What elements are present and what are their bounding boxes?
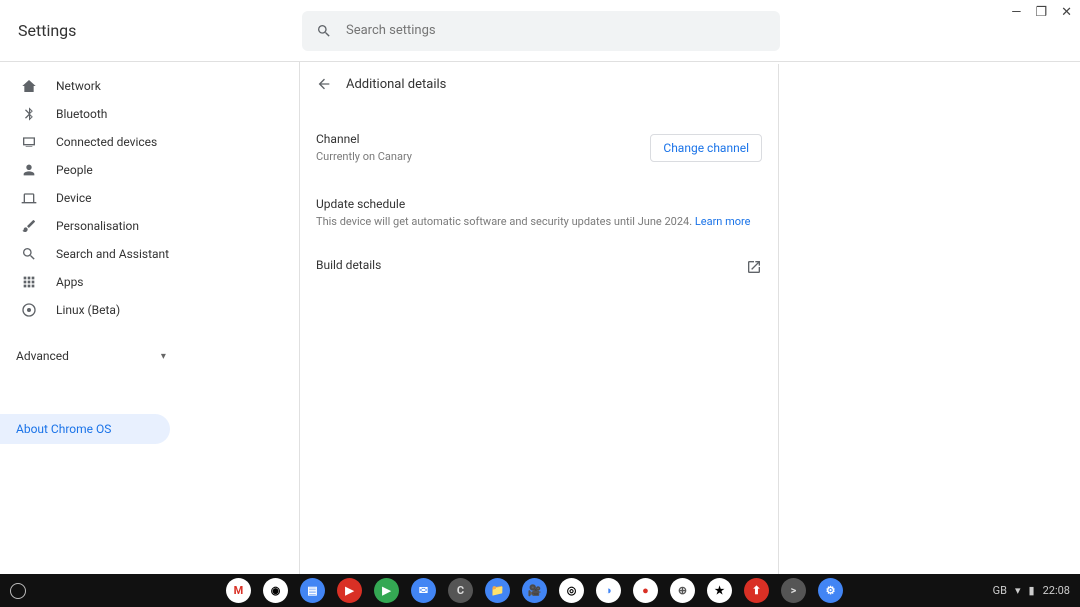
- close-button[interactable]: ✕: [1061, 5, 1072, 20]
- tray-dropdown-icon[interactable]: ▾: [1015, 584, 1021, 597]
- sidebar-item-brush[interactable]: Personalisation: [0, 212, 299, 240]
- taskbar-app-youtube[interactable]: ▶: [337, 578, 362, 603]
- taskbar-app-shell[interactable]: >: [781, 578, 806, 603]
- main-content: Additional details Channel Currently on …: [300, 62, 1080, 574]
- update-schedule-title: Update schedule: [316, 197, 762, 211]
- sidebar-item-label: Linux (Beta): [56, 303, 120, 317]
- taskbar-app-files[interactable]: 📁: [485, 578, 510, 603]
- sidebar-item-label: People: [56, 163, 93, 177]
- taskbar-app-messages[interactable]: ✉: [411, 578, 436, 603]
- sidebar-item-bluetooth[interactable]: Bluetooth: [0, 100, 299, 128]
- system-tray[interactable]: GB ▾ ▮ 22:08: [993, 584, 1070, 597]
- devices-icon: [20, 133, 38, 151]
- sidebar-item-label: Search and Assistant: [56, 247, 169, 261]
- sidebar-advanced[interactable]: Advanced ▾: [0, 342, 299, 370]
- sidebar-item-search[interactable]: Search and Assistant: [0, 240, 299, 268]
- taskbar-app-settings[interactable]: ⚙: [818, 578, 843, 603]
- search-bar[interactable]: [302, 11, 780, 51]
- back-arrow-icon[interactable]: [316, 76, 332, 92]
- open-external-icon: [746, 259, 762, 275]
- sidebar-item-laptop[interactable]: Device: [0, 184, 299, 212]
- launcher-button[interactable]: [10, 583, 26, 599]
- taskbar-app-chrome[interactable]: ◉: [263, 578, 288, 603]
- page-header: Additional details: [316, 64, 762, 104]
- taskbar-app-app5[interactable]: ★: [707, 578, 732, 603]
- update-schedule-text: This device will get automatic software …: [316, 215, 762, 228]
- channel-section: Channel Currently on Canary Change chann…: [316, 124, 762, 171]
- sidebar-item-person[interactable]: People: [0, 156, 299, 184]
- tray-lang[interactable]: GB: [993, 584, 1007, 597]
- sidebar-item-label: Connected devices: [56, 135, 157, 149]
- taskbar-app-app6[interactable]: ⬆: [744, 578, 769, 603]
- person-icon: [20, 161, 38, 179]
- sidebar-item-apps[interactable]: Apps: [0, 268, 299, 296]
- sidebar-about-chrome-os[interactable]: About Chrome OS: [0, 414, 170, 444]
- taskbar-app-app4[interactable]: ⊕: [670, 578, 695, 603]
- taskbar-app-app2[interactable]: ◑: [596, 578, 621, 603]
- window-controls: — ❐ ✕: [1011, 5, 1072, 20]
- taskbar-app-app3[interactable]: ●: [633, 578, 658, 603]
- update-schedule-section: Update schedule This device will get aut…: [316, 189, 762, 236]
- learn-more-link[interactable]: Learn more: [695, 215, 751, 228]
- header: Settings: [0, 0, 1080, 62]
- app-title: Settings: [16, 21, 76, 40]
- build-details-row[interactable]: Build details: [316, 258, 762, 276]
- laptop-icon: [20, 189, 38, 207]
- apps-icon: [20, 273, 38, 291]
- sidebar: Network Bluetooth Connected devices People D…: [0, 62, 300, 574]
- taskbar-app-terminal[interactable]: C: [448, 578, 473, 603]
- bluetooth-icon: [20, 105, 38, 123]
- taskbar-app-gmail[interactable]: M: [226, 578, 251, 603]
- sidebar-item-label: Apps: [56, 275, 84, 289]
- taskbar-app-docs[interactable]: ▤: [300, 578, 325, 603]
- search-icon: [316, 23, 332, 39]
- sidebar-advanced-label: Advanced: [16, 349, 69, 363]
- sidebar-item-label: Network: [56, 79, 101, 93]
- build-details-label: Build details: [316, 258, 381, 272]
- linux-icon: [20, 301, 38, 319]
- sidebar-item-label: Personalisation: [56, 219, 139, 233]
- tray-battery-icon: ▮: [1029, 584, 1035, 597]
- sidebar-item-devices[interactable]: Connected devices: [0, 128, 299, 156]
- sidebar-item-label: Device: [56, 191, 92, 205]
- sidebar-item-label: Bluetooth: [56, 107, 107, 121]
- page-title: Additional details: [346, 77, 446, 92]
- channel-subtitle: Currently on Canary: [316, 150, 412, 163]
- maximize-button[interactable]: ❐: [1035, 5, 1047, 20]
- tray-time: 22:08: [1043, 584, 1070, 597]
- taskbar: M ◉ ▤ ▶ ▶ ✉ C 📁 🎥 ◎ ◑ ● ⊕ ★ ⬆ > ⚙ GB ▾ ▮ 22:08: [0, 574, 1080, 607]
- brush-icon: [20, 217, 38, 235]
- taskbar-app-play[interactable]: ▶: [374, 578, 399, 603]
- minimize-button[interactable]: —: [1011, 5, 1021, 20]
- taskbar-app-app1[interactable]: ◎: [559, 578, 584, 603]
- search-icon: [20, 245, 38, 263]
- sidebar-item-network[interactable]: Network: [0, 72, 299, 100]
- taskbar-app-zoom[interactable]: 🎥: [522, 578, 547, 603]
- sidebar-item-linux[interactable]: Linux (Beta): [0, 296, 299, 324]
- taskbar-apps: M ◉ ▤ ▶ ▶ ✉ C 📁 🎥 ◎ ◑ ● ⊕ ★ ⬆ > ⚙: [226, 578, 843, 603]
- search-input[interactable]: [346, 23, 766, 38]
- change-channel-button[interactable]: Change channel: [650, 134, 762, 162]
- network-icon: [20, 77, 38, 95]
- channel-title: Channel: [316, 132, 412, 146]
- chevron-down-icon: ▾: [161, 351, 166, 362]
